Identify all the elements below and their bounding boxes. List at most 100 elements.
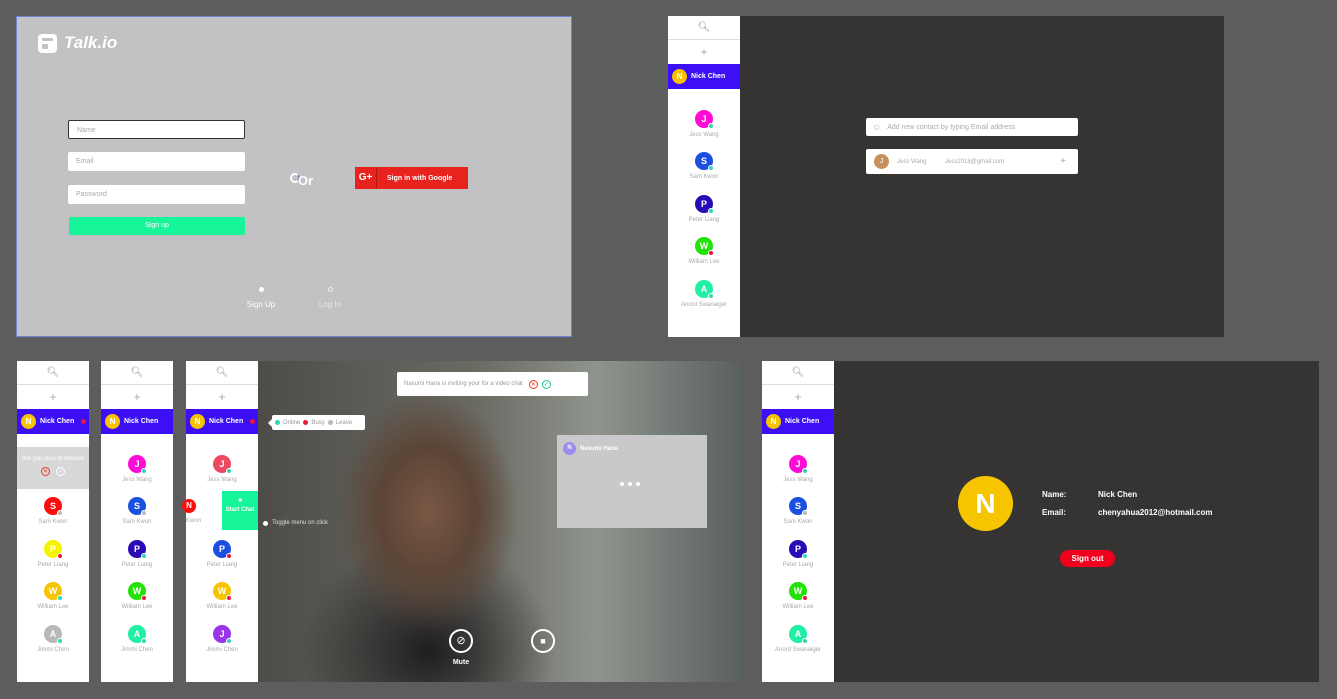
contact-name: Peter Liang xyxy=(688,217,720,223)
contact-name: Sam Kwon xyxy=(38,519,68,525)
decline-icon[interactable]: ✕ xyxy=(528,379,538,389)
search-icon[interactable]: 🔍︎ xyxy=(668,16,740,40)
contact-item[interactable]: J Jess Wang xyxy=(668,110,740,138)
current-user[interactable]: N Nick Chen xyxy=(186,409,258,434)
search-icon[interactable]: 🔍︎ xyxy=(17,361,89,385)
status-dot xyxy=(141,638,147,644)
plus-icon[interactable]: + xyxy=(17,385,89,409)
suggestion-email: Jess2018@gmail.com xyxy=(945,158,1005,165)
contact-item[interactable]: P Peter Liang xyxy=(668,195,740,223)
current-user[interactable]: N Nick Chen xyxy=(17,409,89,434)
avatar: J xyxy=(789,455,808,474)
name-input[interactable]: Name xyxy=(68,120,245,139)
contact-item[interactable]: S Sam Kwon xyxy=(762,497,834,525)
accept-icon[interactable]: ✓ xyxy=(541,379,551,389)
contact-item[interactable]: J Jess Wang xyxy=(762,455,834,483)
avatar: A xyxy=(695,280,714,299)
contact-name: Peter Liang xyxy=(782,562,814,568)
password-placeholder: Password xyxy=(76,191,107,198)
status-leave-option[interactable]: Leave xyxy=(336,420,352,426)
contact-item[interactable]: P Peter Liang xyxy=(101,540,173,568)
current-user[interactable]: N Nick Chen xyxy=(668,64,740,89)
contact-item[interactable]: J Jess Wang xyxy=(186,455,258,483)
status-online-option[interactable]: Online xyxy=(283,420,300,426)
current-user-name: Nick Chen xyxy=(209,418,244,425)
contact-item[interactable]: J Jess Wang xyxy=(101,455,173,483)
plus-icon[interactable]: + xyxy=(668,40,740,64)
contact-item[interactable]: J Jimmi Chen xyxy=(186,625,258,653)
mute-icon: ⊘ xyxy=(456,635,466,647)
contact-item[interactable]: S Sam Kwon xyxy=(101,497,173,525)
status-menu: Online Busy Leave xyxy=(268,415,365,430)
contact-name: Peter Liang xyxy=(206,562,238,568)
contact-item[interactable]: W William Lee xyxy=(186,582,258,610)
avatar: N xyxy=(182,499,196,513)
contact-item[interactable]: W William Lee xyxy=(762,582,834,610)
avatar: S xyxy=(128,497,147,516)
leave-dot xyxy=(327,420,333,425)
swiped-contact[interactable]: N Kwon xyxy=(182,497,222,527)
status-dot xyxy=(708,208,714,214)
contact-item[interactable]: W William Lee xyxy=(17,582,89,610)
contact-item[interactable]: S Sam Kwon xyxy=(668,152,740,180)
avatar: N xyxy=(21,414,36,429)
profile-avatar: N xyxy=(958,476,1013,531)
google-signin-button[interactable]: G+ Sign in with Google xyxy=(355,167,468,189)
contact-item[interactable]: S Sam Kwon xyxy=(17,497,89,525)
status-dot xyxy=(57,595,63,601)
plus-icon[interactable]: + xyxy=(762,385,834,409)
tab-signup[interactable]: Sign Up xyxy=(231,287,291,309)
video-invite-notification: Nasumi Hana is inviting your for a video… xyxy=(397,372,588,396)
contact-item[interactable]: A Jimmi Chen xyxy=(101,625,173,653)
avatar: W xyxy=(789,582,808,601)
add-contact-input[interactable]: ☺ Add new contact by typing Email addres… xyxy=(866,118,1078,136)
current-user[interactable]: N Nick Chen xyxy=(101,409,173,434)
contact-name: Jimmi Chen xyxy=(37,647,69,653)
contact-name: Anord Swanaiger xyxy=(774,647,822,653)
avatar: W xyxy=(213,582,232,601)
add-contact-button[interactable]: + xyxy=(1060,156,1066,167)
search-icon[interactable]: 🔍︎ xyxy=(762,361,834,385)
tab-login[interactable]: Log In xyxy=(300,287,360,309)
contact-item[interactable]: W William Lee xyxy=(668,237,740,265)
avatar: J xyxy=(874,154,889,169)
email-placeholder: Email xyxy=(76,158,94,165)
or-text: Or xyxy=(298,173,314,188)
contact-item[interactable]: A Jimmi Chen xyxy=(17,625,89,653)
signup-button[interactable]: Sign up xyxy=(69,217,245,235)
contact-item[interactable]: A Anord Swanaiger xyxy=(762,625,834,653)
contact-item[interactable]: P Peter Liang xyxy=(17,540,89,568)
contact-sidebar-remove: 🔍︎ + N Nick Chen S Sam Kwon P Peter Lian… xyxy=(17,361,89,682)
contact-item[interactable]: A Anord Swanaiger xyxy=(668,280,740,308)
cancel-remove-icon[interactable]: ✕ xyxy=(41,467,50,476)
start-chat-button[interactable]: ■ Start Chat xyxy=(222,491,258,530)
contact-name: Peter Liang xyxy=(37,562,69,568)
name-label: Name: xyxy=(1042,490,1067,499)
status-dot xyxy=(802,553,808,559)
contact-name: William Lee xyxy=(206,604,238,610)
search-icon[interactable]: 🔍︎ xyxy=(186,361,258,385)
email-input[interactable]: Email xyxy=(68,152,245,171)
sign-out-button[interactable]: Sign out xyxy=(1060,550,1115,567)
plus-icon[interactable]: + xyxy=(101,385,173,409)
search-icon[interactable]: 🔍︎ xyxy=(101,361,173,385)
contact-item[interactable]: W William Lee xyxy=(101,582,173,610)
confirm-remove-icon[interactable]: ✓ xyxy=(56,467,65,476)
plus-icon[interactable]: + xyxy=(186,385,258,409)
contact-suggestion[interactable]: J Jess Wang Jess2018@gmail.com + xyxy=(866,149,1078,174)
remove-confirm: Are you sure to remove ✕ ✓ xyxy=(17,447,89,489)
contact-name: Jess Wang xyxy=(689,132,719,138)
contact-item[interactable]: P Peter Liang xyxy=(762,540,834,568)
caller-preview: N Nasumi Hana xyxy=(557,435,707,528)
stop-button[interactable]: ■ xyxy=(531,629,555,653)
status-dot xyxy=(57,553,63,559)
profile-email: chenyahua2012@hotmail.com xyxy=(1098,508,1213,517)
hint-dot xyxy=(263,520,268,526)
tab-signup-label: Sign Up xyxy=(246,300,276,309)
password-input[interactable]: Password xyxy=(68,185,245,204)
email-label: Email: xyxy=(1042,508,1067,517)
current-user[interactable]: N Nick Chen xyxy=(762,409,834,434)
mute-button[interactable]: ⊘ xyxy=(449,629,473,653)
contact-item[interactable]: P Peter Liang xyxy=(186,540,258,568)
status-busy-option[interactable]: Busy xyxy=(311,420,324,426)
